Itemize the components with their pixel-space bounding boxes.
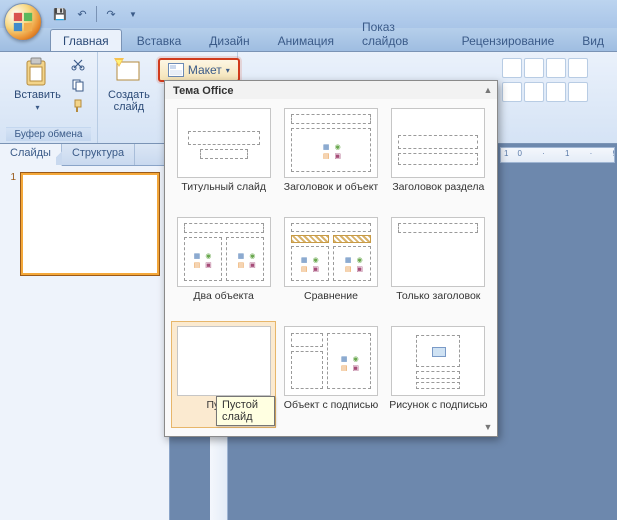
new-slide-button[interactable]: Создать слайд bbox=[104, 55, 154, 115]
layout-item-picture-caption[interactable]: Рисунок с подписью bbox=[386, 321, 491, 428]
cut-button[interactable] bbox=[69, 55, 87, 73]
paste-button[interactable]: Вставить▾ bbox=[10, 55, 65, 115]
layout-thumb: ▦◉▤▣ ▦◉▤▣ bbox=[177, 217, 271, 287]
layout-thumb bbox=[177, 326, 271, 396]
title-bar: 💾 ↶ ↷ ▼ bbox=[0, 0, 617, 28]
layout-label: Два объекта bbox=[193, 290, 253, 314]
align-center-button[interactable] bbox=[524, 82, 544, 102]
tab-animation[interactable]: Анимация bbox=[265, 29, 347, 51]
undo-icon[interactable]: ↶ bbox=[74, 6, 90, 22]
side-tab-bar: Слайды Структура bbox=[0, 144, 169, 166]
layout-thumb bbox=[391, 217, 485, 287]
thumb-number: 1 bbox=[6, 172, 16, 276]
layout-label: Рисунок с подписью bbox=[389, 399, 487, 423]
office-button[interactable] bbox=[4, 3, 42, 41]
tab-insert[interactable]: Вставка bbox=[124, 29, 195, 51]
indent-inc-button[interactable] bbox=[568, 58, 588, 78]
paste-icon bbox=[22, 57, 52, 87]
layout-item-content-caption[interactable]: ▦◉▤▣ Объект с подписью bbox=[278, 321, 383, 428]
layout-thumb: ▦◉▤▣ bbox=[284, 108, 378, 178]
layout-icon bbox=[168, 63, 184, 77]
save-icon[interactable]: 💾 bbox=[52, 6, 68, 22]
gallery-scroll-up-icon[interactable]: ▲ bbox=[484, 85, 493, 95]
copy-icon bbox=[71, 78, 85, 92]
ribbon-tabs: Главная Вставка Дизайн Анимация Показ сл… bbox=[0, 28, 617, 52]
layout-item-title-slide[interactable]: Титульный слайд bbox=[171, 103, 276, 210]
chevron-down-icon: ▾ bbox=[226, 66, 230, 75]
layout-label: Титульный слайд bbox=[181, 181, 266, 205]
qat-separator bbox=[96, 6, 97, 22]
redo-icon[interactable]: ↷ bbox=[103, 6, 119, 22]
layout-gallery: Тема Office ▲ ▼ Титульный слайд ▦◉▤▣ Заг… bbox=[164, 80, 498, 437]
slide-thumbnails: 1 bbox=[0, 166, 169, 520]
layout-tooltip: Пустой слайд bbox=[216, 396, 275, 426]
format-painter-button[interactable] bbox=[69, 97, 87, 115]
tab-review[interactable]: Рецензирование bbox=[449, 29, 568, 51]
group-clipboard: Вставить▾ Буфер обмена bbox=[0, 52, 98, 143]
side-tab-outline[interactable]: Структура bbox=[62, 144, 135, 165]
layout-thumb: ▦◉▤▣ ▦◉▤▣ bbox=[284, 217, 378, 287]
slides-panel: Слайды Структура 1 bbox=[0, 144, 170, 520]
layout-thumb: ▦◉▤▣ bbox=[284, 326, 378, 396]
indent-dec-button[interactable] bbox=[546, 58, 566, 78]
tab-home[interactable]: Главная bbox=[50, 29, 122, 51]
layout-item-blank[interactable]: Пустой Пустой слайд bbox=[171, 321, 276, 428]
gallery-section-title: Тема Office bbox=[165, 81, 497, 99]
align-justify-button[interactable] bbox=[568, 82, 588, 102]
layout-label: Объект с подписью bbox=[284, 399, 378, 423]
office-logo-icon bbox=[12, 11, 34, 33]
slide-thumbnail-1[interactable] bbox=[20, 172, 160, 276]
layout-label: Макет bbox=[188, 63, 222, 77]
layout-item-section-header[interactable]: Заголовок раздела bbox=[386, 103, 491, 210]
layout-item-two-content[interactable]: ▦◉▤▣ ▦◉▤▣ Два объекта bbox=[171, 212, 276, 319]
brush-icon bbox=[71, 99, 85, 113]
layout-label: Только заголовок bbox=[396, 290, 480, 314]
scissors-icon bbox=[71, 57, 85, 71]
layout-label: Заголовок и объект bbox=[284, 181, 379, 205]
layout-thumb bbox=[177, 108, 271, 178]
tab-slideshow[interactable]: Показ слайдов bbox=[349, 15, 447, 51]
layout-button[interactable]: Макет ▾ bbox=[158, 58, 240, 82]
layout-item-comparison[interactable]: ▦◉▤▣ ▦◉▤▣ Сравнение bbox=[278, 212, 383, 319]
numbering-button[interactable] bbox=[524, 58, 544, 78]
quick-access-toolbar: 💾 ↶ ↷ ▼ bbox=[52, 6, 141, 22]
picture-icon bbox=[432, 347, 446, 357]
layout-label: Заголовок раздела bbox=[392, 181, 484, 205]
layout-item-title-content[interactable]: ▦◉▤▣ Заголовок и объект bbox=[278, 103, 383, 210]
align-left-button[interactable] bbox=[502, 82, 522, 102]
paste-label: Вставить▾ bbox=[14, 89, 61, 113]
horizontal-ruler: 10 · 1 · 9 · 1 · 8 · 1 · 7 bbox=[500, 147, 615, 163]
tab-view[interactable]: Вид bbox=[569, 29, 617, 51]
ribbon-right-partial bbox=[498, 52, 617, 144]
layout-item-title-only[interactable]: Только заголовок bbox=[386, 212, 491, 319]
copy-button[interactable] bbox=[69, 76, 87, 94]
layout-label: Сравнение bbox=[304, 290, 358, 314]
group-label-clipboard: Буфер обмена bbox=[6, 127, 91, 141]
new-slide-label: Создать слайд bbox=[108, 89, 150, 113]
new-slide-icon bbox=[114, 57, 144, 87]
align-right-button[interactable] bbox=[546, 82, 566, 102]
tab-design[interactable]: Дизайн bbox=[196, 29, 262, 51]
qat-customize-icon[interactable]: ▼ bbox=[125, 6, 141, 22]
side-tab-slides[interactable]: Слайды bbox=[0, 144, 62, 166]
bullets-button[interactable] bbox=[502, 58, 522, 78]
gallery-scroll-down-icon[interactable]: ▼ bbox=[484, 422, 493, 432]
layout-thumb bbox=[391, 108, 485, 178]
layout-thumb bbox=[391, 326, 485, 396]
